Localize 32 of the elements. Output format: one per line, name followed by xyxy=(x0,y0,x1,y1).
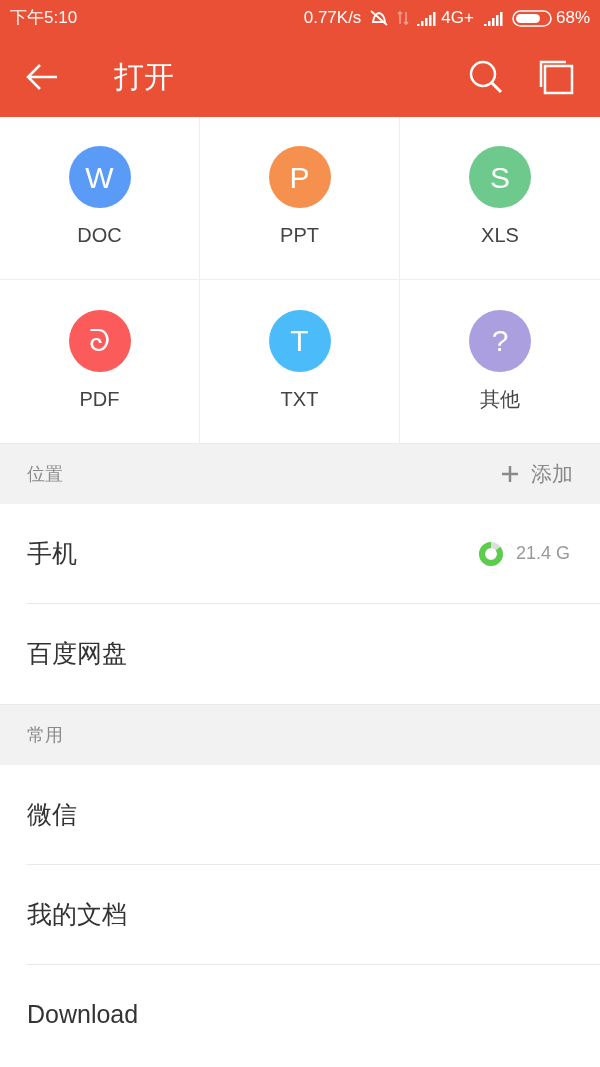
file-type-badge: P xyxy=(268,146,331,208)
list-item[interactable]: 微信 xyxy=(27,765,600,865)
list-item[interactable]: 百度网盘 xyxy=(27,604,600,704)
file-type-badge: ? xyxy=(469,309,531,372)
file-type-badge: W xyxy=(68,146,131,208)
file-type-badge: ᘐ xyxy=(68,309,131,372)
plus-icon xyxy=(501,465,519,483)
page-title: 打开 xyxy=(114,59,174,95)
file-type-tile[interactable]: S XLS xyxy=(400,117,600,280)
section-title: 位置 xyxy=(27,462,63,486)
file-type-tile[interactable]: ᘐ PDF xyxy=(0,280,200,443)
status-time: 下午5:10 xyxy=(10,7,78,30)
list-item[interactable]: 手机 21.4 G xyxy=(27,504,600,604)
list-item[interactable]: Download xyxy=(27,965,600,1065)
file-type-badge: S xyxy=(469,146,531,208)
file-type-tile[interactable]: P PPT xyxy=(200,117,400,280)
alarm-off-icon xyxy=(369,9,390,27)
storage-size: 21.4 G xyxy=(515,542,570,565)
signal-icon xyxy=(483,10,504,26)
section-title: 常用 xyxy=(27,723,63,747)
file-type-tile[interactable]: T TXT xyxy=(200,280,400,443)
network-type: 4G+ xyxy=(441,7,474,30)
list-item[interactable]: 我的文档 xyxy=(27,865,600,965)
network-speed: 0.77K/s xyxy=(303,7,362,30)
file-type-tile[interactable]: ? 其他 xyxy=(400,280,600,443)
signal-icon xyxy=(417,10,438,26)
battery-icon xyxy=(511,9,552,27)
file-type-badge: T xyxy=(268,309,331,372)
storage-ring-icon xyxy=(477,540,504,567)
file-type-tile[interactable]: W DOC xyxy=(0,117,200,280)
data-arrows-icon xyxy=(397,10,410,26)
battery-level: 68% xyxy=(555,7,590,30)
